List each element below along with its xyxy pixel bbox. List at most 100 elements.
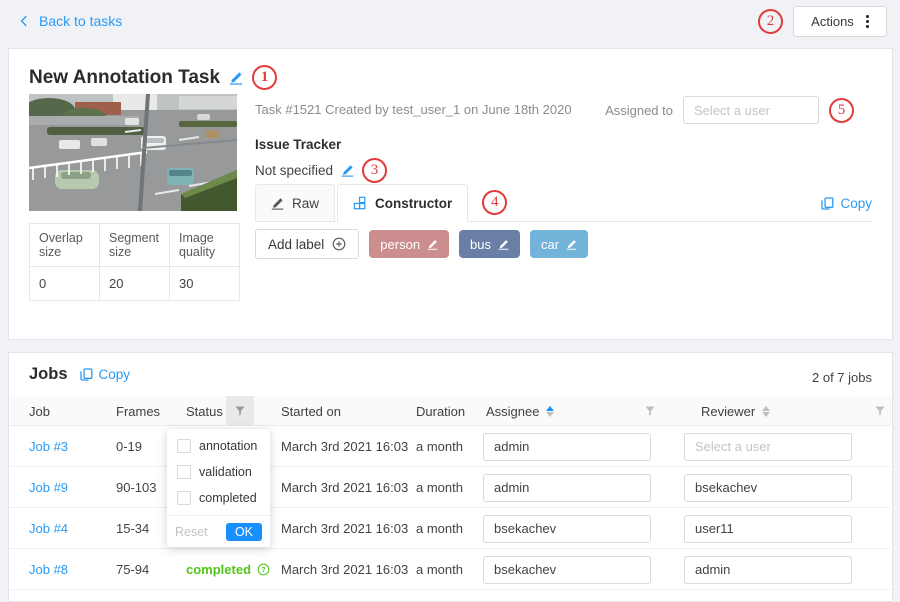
tab-raw[interactable]: Raw [255,184,335,221]
job-link[interactable]: Job #3 [29,439,68,454]
edit-issue-tracker-icon[interactable] [341,164,354,177]
chevron-left-icon [18,14,30,28]
more-vertical-icon [866,15,869,28]
callout-5: 5 [829,98,854,123]
status-filter-dropdown: annotation validation completed Reset OK [167,429,270,547]
job-frames: 15-34 [116,508,149,549]
assignee-input[interactable] [483,556,651,584]
actions-button[interactable]: Actions [793,6,887,37]
callout-1: 1 [252,65,277,90]
checkbox[interactable] [177,491,191,505]
job-row-8: Job #8 75-94 completed ? March 3rd 2021 … [10,549,891,590]
sort-icon [762,406,770,417]
col-reviewer-sort[interactable]: Reviewer [701,396,770,426]
col-frames: Frames [116,404,160,419]
edit-label-icon [566,239,577,250]
edit-label-icon [427,239,438,250]
copy-labels-label: Copy [840,196,872,211]
job-started: March 3rd 2021 16:03 [281,549,408,590]
job-status: completed [186,562,251,577]
label-chip-bus[interactable]: bus [459,230,520,258]
label-chip-car-name: car [541,237,559,252]
callout-3: 3 [362,158,387,183]
job-link[interactable]: Job #8 [29,562,68,577]
param-header-overlap: Overlap size [30,224,100,267]
filter-option-completed[interactable]: completed [167,485,270,511]
task-preview-image [29,94,237,211]
job-frames: 75-94 [116,549,149,590]
job-duration: a month [416,508,463,549]
labels-tabbar: Raw Constructor 4 Copy [255,184,872,222]
assignee-filter-icon[interactable] [636,396,664,426]
param-value-overlap: 0 [30,267,100,301]
reviewer-input[interactable] [684,556,852,584]
jobs-count: 2 of 7 jobs [812,370,872,385]
copy-labels-link[interactable]: Copy [821,196,872,211]
job-started: March 3rd 2021 16:03 [281,508,408,549]
tab-raw-label: Raw [292,196,319,211]
task-title: New Annotation Task 1 [29,65,277,90]
reviewer-input[interactable] [684,474,852,502]
checkbox[interactable] [177,439,191,453]
back-to-tasks-link[interactable]: Back to tasks [18,13,122,29]
task-assignee-input[interactable] [683,96,819,124]
copy-jobs-label: Copy [99,367,131,382]
tab-constructor[interactable]: Constructor [337,184,468,221]
label-chip-person-name: person [380,237,420,252]
label-chip-person[interactable]: person [369,230,449,258]
copy-jobs-link[interactable]: Copy [80,367,131,382]
label-chip-bus-name: bus [470,237,491,252]
task-meta: Task #1521 Created by test_user_1 on Jun… [255,102,572,117]
build-icon [353,196,367,210]
job-started: March 3rd 2021 16:03 [281,426,408,467]
job-frames: 0-19 [116,426,142,467]
task-title-text: New Annotation Task [29,67,220,89]
filter-option-annotation[interactable]: annotation [167,433,270,459]
back-to-tasks-label: Back to tasks [39,13,122,29]
job-duration: a month [416,467,463,508]
job-row-4: Job #4 15-34 March 3rd 2021 16:03 a mont… [10,508,891,549]
param-header-segment: Segment size [100,224,170,267]
col-job: Job [29,404,50,419]
job-duration: a month [416,426,463,467]
job-row-9: Job #9 90-103 March 3rd 2021 16:03 a mon… [10,467,891,508]
job-duration: a month [416,549,463,590]
param-header-quality: Image quality [170,224,240,267]
assignee-input[interactable] [483,433,651,461]
question-circle-icon[interactable]: ? [257,563,270,576]
reviewer-input[interactable] [684,515,852,543]
jobs-table-header: Job Frames Status Started on Duration As… [10,396,891,426]
callout-2: 2 [758,9,783,34]
filter-option-validation[interactable]: validation [167,459,270,485]
jobs-card: Jobs Copy 2 of 7 jobs Job Frames Status … [8,352,893,602]
param-value-segment: 20 [100,267,170,301]
col-duration: Duration [416,404,465,419]
add-label-button[interactable]: Add label [255,229,359,259]
checkbox[interactable] [177,465,191,479]
job-row-3: Job #3 0-19 March 3rd 2021 16:03 a month [10,426,891,467]
issue-tracker-label: Issue Tracker [255,137,341,152]
assignee-input[interactable] [483,474,651,502]
task-params-table: Overlap size Segment size Image quality … [29,223,240,301]
jobs-title: Jobs [29,365,68,384]
reviewer-filter-icon[interactable] [866,396,894,426]
copy-icon [821,197,834,210]
sort-icon [546,406,554,417]
job-started: March 3rd 2021 16:03 [281,467,408,508]
add-label-label: Add label [268,237,324,252]
col-assignee-sort[interactable]: Assignee [486,396,554,426]
plus-circle-icon [332,237,346,251]
job-link[interactable]: Job #9 [29,480,68,495]
label-chip-car[interactable]: car [530,230,588,258]
param-value-quality: 30 [170,267,240,301]
task-details-card: New Annotation Task 1 [8,48,893,340]
edit-task-name-icon[interactable] [229,71,243,85]
filter-ok-button[interactable]: OK [226,523,262,541]
pencil-icon [271,197,284,210]
reviewer-input[interactable] [684,433,852,461]
actions-label: Actions [811,14,854,29]
job-link[interactable]: Job #4 [29,521,68,536]
filter-reset-button[interactable]: Reset [175,525,208,539]
assignee-input[interactable] [483,515,651,543]
status-filter-icon[interactable] [226,396,254,426]
